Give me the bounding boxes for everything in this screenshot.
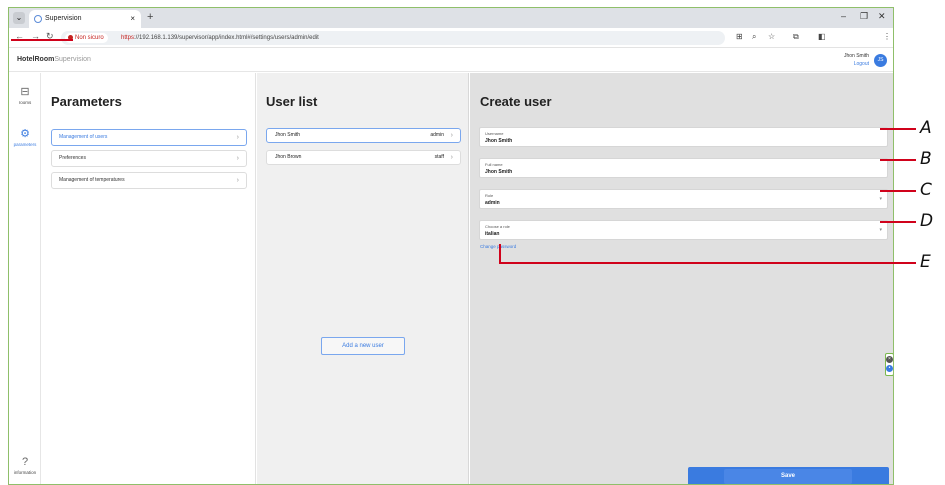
menu-item-label: Preferences xyxy=(59,155,86,161)
new-tab-button[interactable]: + xyxy=(147,11,153,23)
field-label: Choose a role xyxy=(485,224,510,229)
save-button-label: Save xyxy=(724,469,852,484)
target-circle-icon[interactable]: • xyxy=(886,365,893,372)
callout-line-b xyxy=(880,159,916,161)
callout-line-e xyxy=(499,262,916,264)
menu-kebab-icon[interactable]: ⋮ xyxy=(883,32,891,41)
close-window-icon[interactable]: ✕ xyxy=(878,11,886,22)
field-label: Role xyxy=(485,193,494,198)
menu-item-label: Management of temperatures xyxy=(59,177,125,183)
parameters-title: Parameters xyxy=(51,94,122,109)
browser-window: ⌄ Supervision × + – ❐ ✕ ← → ↻ Non sicuro… xyxy=(8,7,894,485)
chevron-right-icon: › xyxy=(236,134,239,141)
sidepanel-icon[interactable]: ◧ xyxy=(818,32,826,41)
user-row-jhon-brown[interactable]: Jhon Brown staff › xyxy=(266,150,461,165)
rail-label-parameters: parameters xyxy=(13,142,37,147)
user-list-title: User list xyxy=(266,94,318,109)
chevron-right-icon: › xyxy=(236,155,239,162)
tab-title: Supervision xyxy=(45,15,82,22)
menu-item-label: Management of users xyxy=(59,134,108,140)
menu-item-temperatures[interactable]: Management of temperatures › xyxy=(51,172,247,189)
user-name: Jhon Brown xyxy=(275,154,302,160)
save-button[interactable]: Save xyxy=(688,467,889,484)
callout-d: D xyxy=(920,211,934,231)
maximize-icon[interactable]: ❐ xyxy=(860,11,868,22)
chevron-right-icon: › xyxy=(236,177,239,184)
menu-item-preferences[interactable]: Preferences › xyxy=(51,150,247,167)
callout-vline-e xyxy=(499,244,501,264)
address-bar: ← → ↻ Non sicuro https://192.168.1.139/s… xyxy=(9,28,893,48)
username-field[interactable]: Username Jhon Smith xyxy=(479,127,888,147)
create-user-title: Create user xyxy=(480,94,552,109)
field-value: Jhon Smith xyxy=(485,138,513,144)
parameters-panel: Parameters Management of users › Prefere… xyxy=(42,73,256,484)
extensions-icon[interactable]: ⧉ xyxy=(793,32,799,42)
app-header: HotelRoomSupervision Jhon Smith Logout J… xyxy=(9,49,893,72)
url-text: https://192.168.1.139/supervisor/app/ind… xyxy=(121,31,319,45)
help-icon: ? xyxy=(21,456,29,468)
tab-strip: ⌄ Supervision × + – ❐ ✕ xyxy=(9,8,893,28)
current-user-name: Jhon Smith xyxy=(843,53,869,59)
bookmark-star-icon[interactable]: ☆ xyxy=(768,32,775,41)
rail-label-information: information xyxy=(13,470,37,475)
gear-icon: ⚙ xyxy=(20,128,30,140)
translate-icon[interactable]: ⊞ xyxy=(736,32,743,41)
side-controls: × • xyxy=(885,353,893,376)
chevron-right-icon: › xyxy=(450,154,453,161)
security-warning[interactable]: Non sicuro xyxy=(65,33,108,43)
url-field[interactable]: Non sicuro https://192.168.1.139/supervi… xyxy=(61,31,725,45)
field-label: Full name xyxy=(485,162,503,167)
field-value: italian xyxy=(485,231,500,237)
callout-line-d xyxy=(880,221,916,223)
avatar[interactable]: JS xyxy=(874,54,887,67)
chevron-right-icon: › xyxy=(450,132,453,139)
callout-line-a xyxy=(880,128,916,130)
user-row-jhon-smith[interactable]: Jhon Smith admin › xyxy=(266,128,461,143)
user-list-panel: User list Jhon Smith admin › Jhon Brown … xyxy=(257,73,469,484)
fullname-field[interactable]: Full name Jhon Smith xyxy=(479,158,888,178)
bed-icon: ⊟ xyxy=(20,86,30,98)
app-logo: HotelRoomSupervision xyxy=(17,56,91,63)
add-user-button[interactable]: Add a new user xyxy=(321,337,405,355)
menu-item-users[interactable]: Management of users › xyxy=(51,129,247,146)
user-name: Jhon Smith xyxy=(275,132,301,138)
url-path: ://192.168.1.139/supervisor/app/index.ht… xyxy=(134,35,319,41)
callout-e: E xyxy=(920,252,931,272)
rail-item-parameters[interactable]: ⚙ parameters xyxy=(9,128,41,148)
minimize-icon[interactable]: – xyxy=(841,11,846,21)
user-role: admin xyxy=(430,132,444,138)
left-rail: ⊟ rooms ⚙ parameters ? information xyxy=(9,73,41,484)
tab-close-icon[interactable]: × xyxy=(130,10,135,28)
zoom-icon[interactable]: ⌕ xyxy=(752,32,756,42)
dropdown-arrow-icon: ▾ xyxy=(879,196,882,202)
field-value: admin xyxy=(485,200,500,206)
callout-a: A xyxy=(920,118,932,138)
browser-tab[interactable]: Supervision × xyxy=(29,10,141,28)
language-select[interactable]: Choose a role italian ▾ xyxy=(479,220,888,240)
role-select[interactable]: Role admin ▾ xyxy=(479,189,888,209)
callout-underline-address xyxy=(11,39,73,41)
tab-favicon-icon xyxy=(34,15,42,23)
dropdown-arrow-icon: ▾ xyxy=(879,227,882,233)
user-role: staff xyxy=(434,154,444,160)
url-protocol: https xyxy=(121,35,135,41)
logo-sub: Supervision xyxy=(54,56,91,63)
callout-c: C xyxy=(920,180,932,200)
callout-b: B xyxy=(920,149,932,169)
field-label: Username xyxy=(485,131,504,136)
rail-label-rooms: rooms xyxy=(18,100,32,105)
create-user-panel: Create user Username Jhon Smith Full nam… xyxy=(470,73,893,484)
callout-line-c xyxy=(880,190,916,192)
rail-item-rooms[interactable]: ⊟ rooms xyxy=(9,86,41,106)
field-value: Jhon Smith xyxy=(485,169,513,175)
logout-link[interactable]: Logout xyxy=(854,61,869,67)
logo-main: HotelRoom xyxy=(17,56,55,63)
close-circle-icon[interactable]: × xyxy=(886,356,893,363)
tab-search-icon[interactable]: ⌄ xyxy=(13,12,25,24)
rail-item-information[interactable]: ? information xyxy=(9,456,41,476)
